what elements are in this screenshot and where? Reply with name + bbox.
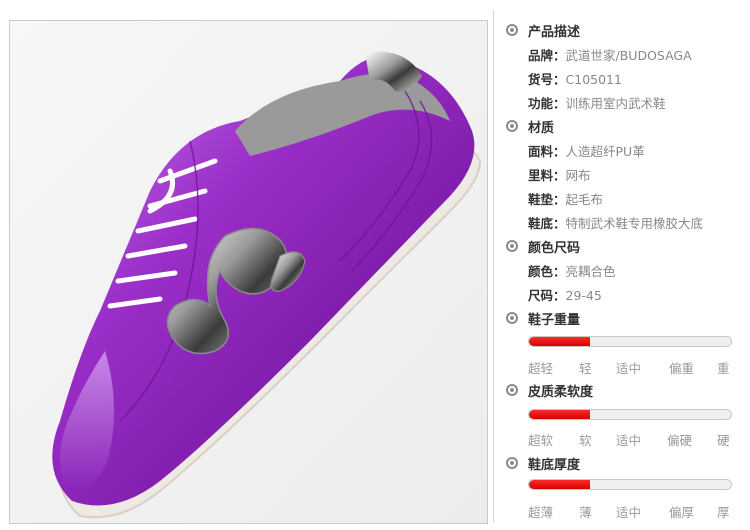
section-header-weight: 鞋子重量 bbox=[506, 308, 580, 328]
scale-label: 超薄 bbox=[528, 505, 554, 520]
spec-key: 尺码： bbox=[528, 288, 566, 303]
spec-row-fabric: 面料：人造超纤PU革 bbox=[528, 141, 645, 159]
spec-value: 训练用室内武术鞋 bbox=[565, 96, 666, 111]
product-photo bbox=[9, 20, 488, 524]
section-title: 鞋子重量 bbox=[528, 312, 581, 328]
scale-label: 薄 bbox=[579, 505, 592, 520]
rating-bar-fill bbox=[529, 337, 590, 346]
section-title: 皮质柔软度 bbox=[528, 384, 594, 400]
scale-label: 软 bbox=[579, 433, 592, 448]
spec-value: 亮耦合色 bbox=[565, 264, 616, 279]
spec-row-outsole: 鞋底：特制武术鞋专用橡胶大底 bbox=[528, 213, 703, 231]
scale-label: 偏厚 bbox=[669, 505, 695, 520]
circle-bullet-icon bbox=[506, 24, 518, 36]
section-title: 材质 bbox=[528, 120, 555, 136]
spec-key: 功能： bbox=[528, 96, 566, 111]
rating-scale-weight: 超轻 轻 适中 偏重 重 bbox=[528, 358, 738, 376]
spec-value: 人造超纤PU革 bbox=[565, 144, 645, 159]
spec-row-lining: 里料：网布 bbox=[528, 165, 591, 183]
spec-key: 面料： bbox=[528, 144, 566, 159]
section-header-sole-thickness: 鞋底厚度 bbox=[506, 453, 580, 473]
spec-value: C105011 bbox=[565, 72, 622, 87]
spec-value: 特制武术鞋专用橡胶大底 bbox=[565, 216, 704, 231]
scale-label: 偏硬 bbox=[667, 433, 693, 448]
circle-bullet-icon bbox=[506, 384, 518, 396]
rating-bar-weight bbox=[528, 336, 732, 347]
rating-bar-fill bbox=[529, 410, 590, 419]
circle-bullet-icon bbox=[506, 312, 518, 324]
spec-row-item-no: 货号：C105011 bbox=[528, 69, 622, 87]
scale-label: 超软 bbox=[528, 433, 554, 448]
spec-row-size: 尺码：29-45 bbox=[528, 285, 602, 303]
spec-row-insole: 鞋垫：起毛布 bbox=[528, 189, 603, 207]
scale-label: 偏重 bbox=[669, 361, 695, 376]
spec-key: 颜色： bbox=[528, 264, 566, 279]
scale-label: 轻 bbox=[579, 361, 592, 376]
section-header-softness: 皮质柔软度 bbox=[506, 380, 593, 400]
scale-label: 适中 bbox=[616, 361, 642, 376]
scale-label: 硬 bbox=[717, 433, 730, 448]
spec-key: 货号： bbox=[528, 72, 566, 87]
circle-bullet-icon bbox=[506, 457, 518, 469]
rating-scale-softness: 超软 软 适中 偏硬 硬 bbox=[528, 430, 738, 448]
scale-label: 重 bbox=[717, 361, 730, 376]
spec-value: 29-45 bbox=[565, 288, 602, 303]
scale-label: 厚 bbox=[717, 505, 730, 520]
section-header-product-desc: 产品描述 bbox=[506, 20, 580, 40]
section-title: 鞋底厚度 bbox=[528, 457, 581, 473]
rating-bar-sole-thickness bbox=[528, 479, 732, 490]
spec-row-brand: 品牌：武道世家/BUDOSAGA bbox=[528, 45, 692, 63]
spec-row-color: 颜色：亮耦合色 bbox=[528, 261, 616, 279]
scale-label: 适中 bbox=[616, 505, 642, 520]
spec-value: 武道世家/BUDOSAGA bbox=[565, 48, 692, 63]
shoe-illustration bbox=[10, 21, 487, 523]
spec-row-function: 功能：训练用室内武术鞋 bbox=[528, 93, 666, 111]
rating-scale-sole-thickness: 超薄 薄 适中 偏厚 厚 bbox=[528, 502, 738, 520]
section-title: 颜色尺码 bbox=[528, 240, 581, 256]
spec-key: 鞋垫： bbox=[528, 192, 566, 207]
spec-value: 网布 bbox=[565, 168, 591, 183]
circle-bullet-icon bbox=[506, 120, 518, 132]
spec-key: 鞋底： bbox=[528, 216, 566, 231]
spec-key: 品牌： bbox=[528, 48, 566, 63]
spec-key: 里料： bbox=[528, 168, 566, 183]
vertical-divider bbox=[493, 10, 494, 522]
rating-bar-softness bbox=[528, 409, 732, 420]
section-title: 产品描述 bbox=[528, 24, 581, 40]
rating-bar-fill bbox=[529, 480, 590, 489]
scale-label: 适中 bbox=[616, 433, 642, 448]
spec-value: 起毛布 bbox=[565, 192, 604, 207]
section-header-material: 材质 bbox=[506, 116, 554, 136]
section-header-color-size: 颜色尺码 bbox=[506, 236, 580, 256]
circle-bullet-icon bbox=[506, 240, 518, 252]
scale-label: 超轻 bbox=[528, 361, 554, 376]
